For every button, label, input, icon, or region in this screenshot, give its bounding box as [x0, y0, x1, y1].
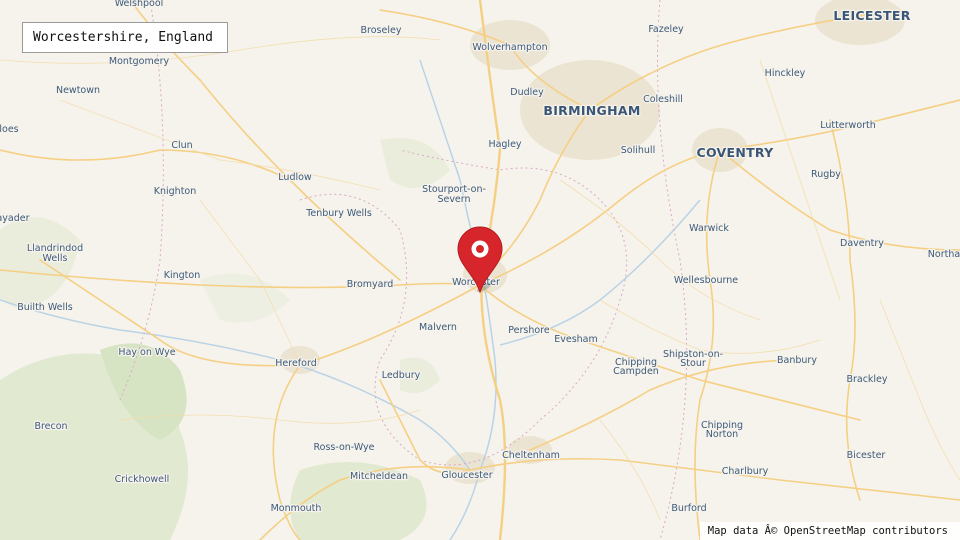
place-label-rugby: Rugby: [811, 169, 841, 180]
place-label-broseley: Broseley: [361, 25, 402, 36]
place-label-fazeley: Fazeley: [648, 24, 684, 35]
place-label-chipping-campden-2: Campden: [613, 366, 659, 377]
place-label-builth: Builth Wells: [17, 302, 73, 313]
place-label-evesham: Evesham: [554, 334, 598, 345]
place-label-wolverhampton: Wolverhampton: [472, 42, 547, 53]
place-label-newtown: Newtown: [56, 85, 100, 96]
place-label-gloucester: Gloucester: [441, 470, 492, 481]
place-label-malvern: Malvern: [419, 322, 457, 333]
place-label-hagley: Hagley: [488, 139, 521, 150]
place-label-mitcheldean: Mitcheldean: [350, 471, 408, 482]
place-label-chipping-norton-2: Norton: [706, 429, 738, 440]
place-label-rhayader: ayader: [0, 213, 30, 224]
place-label-banbury: Banbury: [777, 355, 817, 366]
place-label-clun: Clun: [171, 140, 192, 151]
place-label-ross: Ross-on-Wye: [313, 442, 374, 453]
place-label-pershore: Pershore: [508, 325, 550, 336]
place-label-crickhowell: Crickhowell: [115, 474, 170, 485]
place-label-welshpool: Welshpool: [115, 0, 164, 9]
place-label-burford: Burford: [671, 503, 706, 514]
place-label-birmingham: BIRMINGHAM: [543, 103, 640, 118]
place-label-warwick: Warwick: [689, 223, 729, 234]
place-label-rhos: loes: [0, 124, 19, 135]
place-label-hinckley: Hinckley: [765, 68, 806, 79]
place-label-hereford: Hereford: [275, 358, 316, 369]
place-label-brecon: Brecon: [34, 421, 67, 432]
place-label-solihull: Solihull: [621, 145, 655, 156]
place-label-charlbury: Charlbury: [722, 466, 769, 477]
place-label-wellesbourne: Wellesbourne: [674, 275, 738, 286]
place-label-coventry: COVENTRY: [696, 145, 774, 160]
place-label-leicester: LEICESTER: [833, 8, 910, 23]
place-label-coleshill: Coleshill: [643, 94, 683, 105]
map-title: Worcestershire, England: [22, 22, 228, 53]
place-label-brackley: Brackley: [846, 374, 887, 385]
place-label-lutterworth: Lutterworth: [820, 120, 876, 131]
place-label-daventry: Daventry: [840, 238, 884, 249]
place-label-ludlow: Ludlow: [278, 172, 312, 183]
place-label-monmouth: Monmouth: [271, 503, 322, 514]
place-label-hayonwye: Hay on Wye: [118, 347, 175, 358]
place-label-knighton: Knighton: [154, 186, 197, 197]
place-label-stourport-2: Severn: [437, 194, 470, 205]
place-label-montgomery: Montgomery: [109, 56, 170, 67]
place-label-cheltenham: Cheltenham: [502, 450, 560, 461]
place-label-kington: Kington: [164, 270, 200, 281]
place-label-ledbury: Ledbury: [382, 370, 421, 381]
place-label-tenbury: Tenbury Wells: [305, 208, 372, 219]
map-attribution: Map data Â© OpenStreetMap contributors: [699, 522, 960, 540]
place-label-bicester: Bicester: [847, 450, 886, 461]
map-canvas[interactable]: Welshpool Montgomery Newtown loes Brosel…: [0, 0, 960, 540]
place-label-shipston-2: Stour: [680, 358, 706, 369]
place-label-llandrindod-2: Wells: [43, 253, 68, 264]
place-label-dudley: Dudley: [510, 87, 544, 98]
place-label-northampton: Northa: [928, 249, 960, 260]
place-label-bromyard: Bromyard: [347, 279, 394, 290]
